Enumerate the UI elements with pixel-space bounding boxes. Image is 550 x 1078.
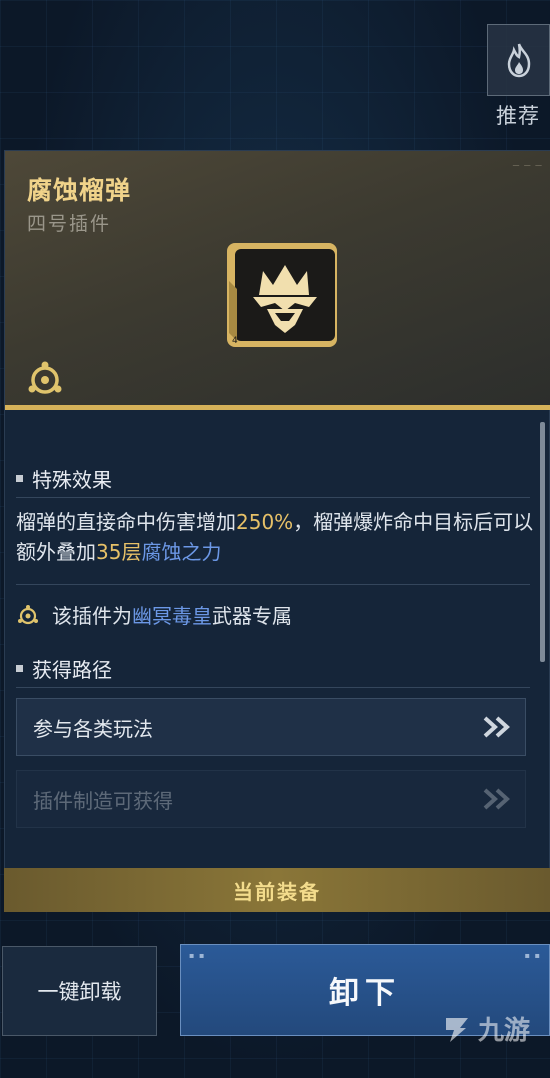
hud-decoration: ▪ ▪ <box>524 951 541 960</box>
effect-description: 榴弹的直接命中伤害增加250%，榴弹爆炸命中目标后可以额外叠加35层腐蚀之力 <box>16 507 536 567</box>
double-chevron-right-icon <box>483 716 510 738</box>
unequip-label: 卸下 <box>329 976 401 1011</box>
logo-icon <box>446 1017 468 1042</box>
exclusive-weapon[interactable]: 幽冥毒皇 <box>132 600 212 629</box>
hud-decoration: — — — <box>512 161 543 169</box>
module-gear-icon <box>18 604 38 624</box>
unload-all-button[interactable]: 一键卸载 <box>2 946 157 1036</box>
route-label: 参与各类玩法 <box>33 716 153 741</box>
crown-emblem-icon: 4 <box>227 243 337 347</box>
effect-title: 特殊效果 <box>32 468 112 492</box>
flame-icon <box>507 43 530 78</box>
header-accent-bar <box>5 405 550 410</box>
module-gear-icon <box>28 361 62 394</box>
bullet-square <box>16 475 23 482</box>
effect-value-1: 250% <box>236 510 294 534</box>
bullet-square <box>16 665 23 672</box>
effect-text-1: 榴弹的直接命中伤害增加 <box>16 510 236 534</box>
effect-keyword[interactable]: 腐蚀之力 <box>141 540 221 564</box>
route-label: 插件制造可获得 <box>33 788 173 813</box>
recommend-button[interactable] <box>487 24 550 96</box>
routes-title: 获得路径 <box>32 658 112 682</box>
recommend-label: 推荐 <box>496 104 540 128</box>
watermark: 九游 <box>440 1010 530 1047</box>
route-item-crafting[interactable]: 插件制造可获得 <box>16 770 526 828</box>
divider <box>16 687 530 688</box>
item-header: 腐蚀榴弹 四号插件 4 — — — <box>5 151 550 409</box>
route-item-play-modes[interactable]: 参与各类玩法 <box>16 698 526 756</box>
exclusive-prefix: 该插件为 <box>52 604 132 628</box>
divider <box>16 497 530 498</box>
slot-number: 4 <box>232 336 238 346</box>
equipped-status-bar: 当前装备 <box>4 868 550 912</box>
exclusive-suffix: 武器专属 <box>212 604 292 628</box>
equipped-label: 当前装备 <box>233 879 321 904</box>
watermark-text: 九游 <box>478 1016 531 1046</box>
unload-all-label: 一键卸载 <box>37 980 122 1004</box>
scrollbar[interactable] <box>540 422 545 662</box>
item-type: 四号插件 <box>27 213 112 235</box>
routes-section-title: 获得路径 <box>16 654 112 683</box>
effect-section-title: 特殊效果 <box>16 464 112 493</box>
divider <box>16 584 530 585</box>
hud-decoration: ▪ ▪ <box>189 951 206 960</box>
exclusive-note: 该插件为 幽冥毒皇 武器专属 <box>16 600 292 629</box>
item-name: 腐蚀榴弹 <box>27 176 132 205</box>
double-chevron-right-icon <box>483 788 510 810</box>
effect-value-2: 35层 <box>96 540 142 564</box>
